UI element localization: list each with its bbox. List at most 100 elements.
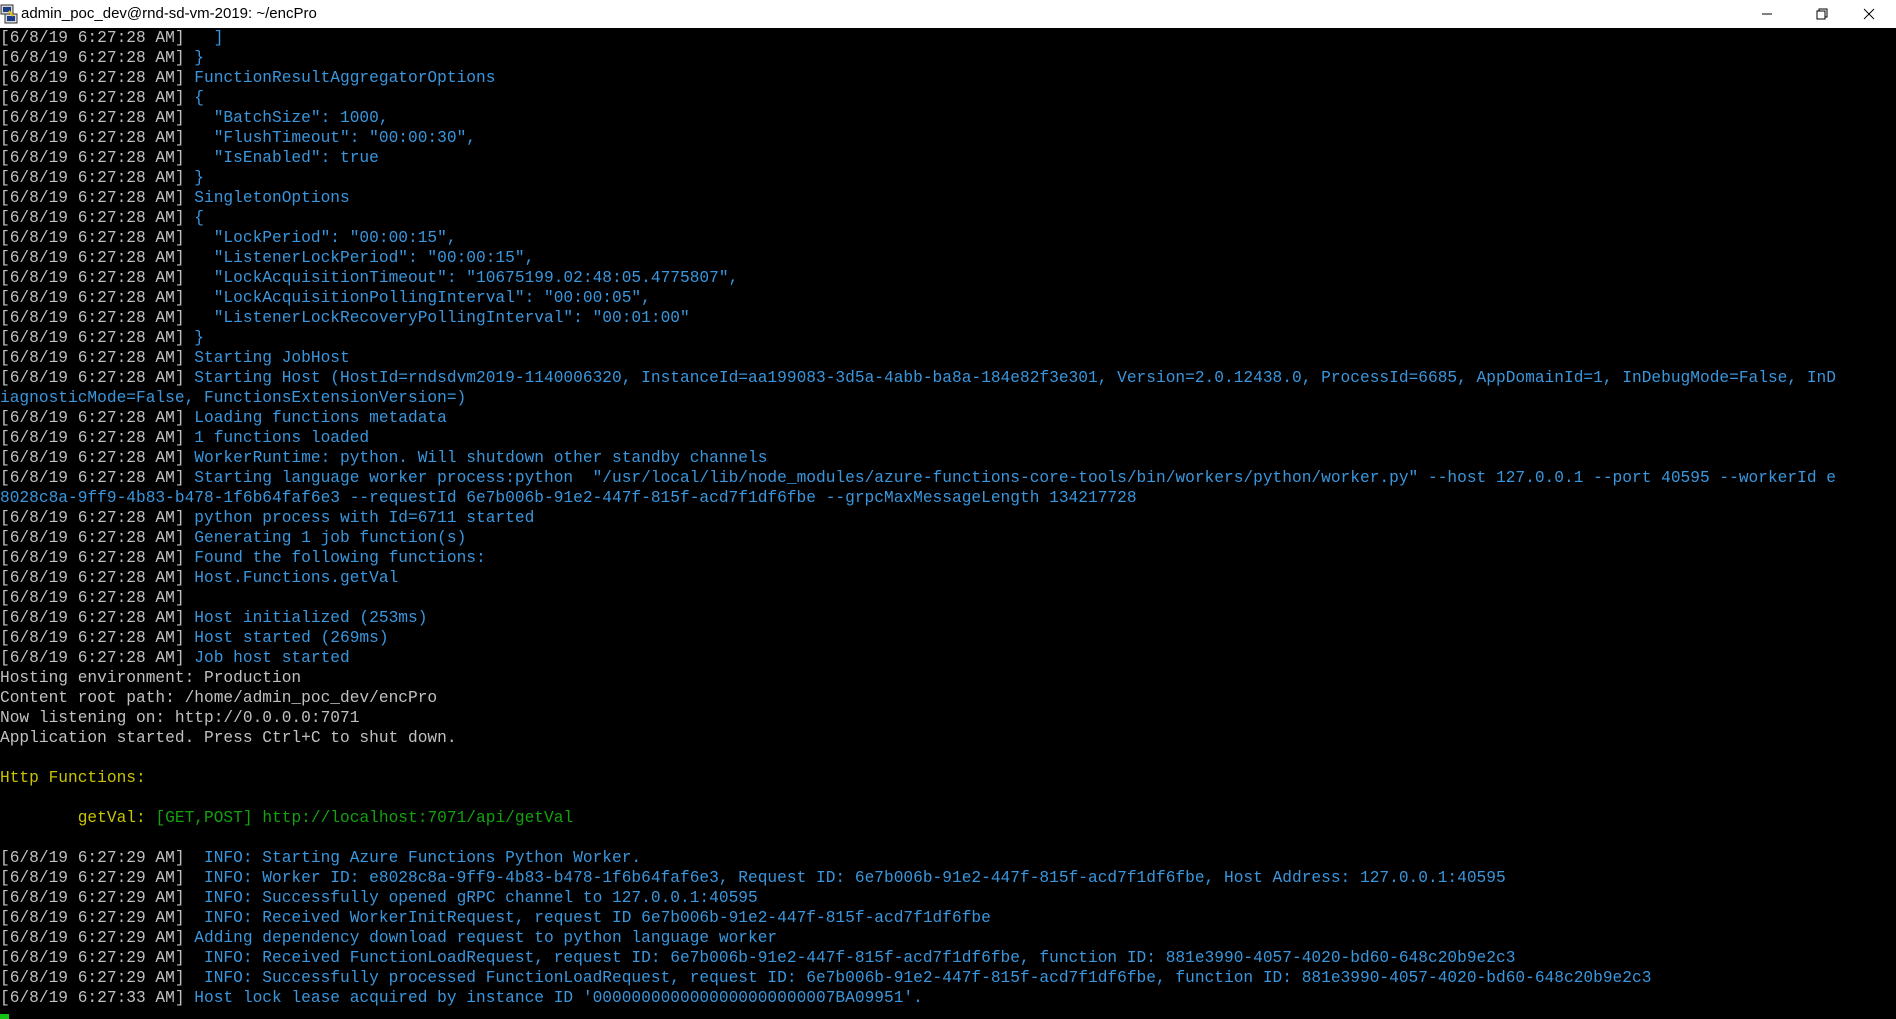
log-message: } [184,329,205,347]
log-timestamp: [6/8/19 6:27:28 AM] [0,229,185,247]
log-line: [6/8/19 6:27:28 AM] } [0,168,1896,188]
log-message: "LockPeriod": "00:00:15", [184,229,457,247]
log-line: [6/8/19 6:27:28 AM] ] [0,28,1896,48]
log-message: iagnosticMode=False, FunctionsExtensionV… [0,389,467,407]
log-message: { [184,89,205,107]
terminal-cursor [0,1014,9,1019]
hosting-block: Hosting environment: Production Content … [0,668,1896,748]
log-message: Starting language worker process:python … [184,469,1836,487]
log-message: } [184,169,205,187]
minimize-button[interactable] [1744,0,1790,28]
log-timestamp: [6/8/19 6:27:28 AM] [0,629,185,647]
log-message: "ListenerLockRecoveryPollingInterval": "… [184,309,690,327]
log-timestamp: [6/8/19 6:27:29 AM] [0,869,185,887]
log-message: ] [184,29,224,47]
log-timestamp: [6/8/19 6:27:28 AM] [0,469,185,487]
function-methods: [GET,POST] [155,809,253,827]
restore-button[interactable] [1799,0,1845,28]
log-message: { [184,209,205,227]
log-timestamp: [6/8/19 6:27:28 AM] [0,429,185,447]
log-timestamp: [6/8/19 6:27:28 AM] [0,449,185,467]
window-title: admin_poc_dev@rnd-sd-vm-2019: ~/encPro [21,5,317,22]
log-line: [6/8/19 6:27:28 AM] "BatchSize": 1000, [0,108,1896,128]
log-timestamp: [6/8/19 6:27:28 AM] [0,209,185,227]
log-message: } [184,49,205,67]
log-line: [6/8/19 6:27:28 AM] } [0,48,1896,68]
log-timestamp: [6/8/19 6:27:28 AM] [0,129,185,147]
minimize-icon [1762,13,1772,15]
scrollbar[interactable] [1892,28,1896,1019]
log-line: [6/8/19 6:27:28 AM] Starting Host (HostI… [0,368,1896,388]
window-titlebar[interactable]: admin_poc_dev@rnd-sd-vm-2019: ~/encPro [0,0,1896,28]
log-message: Host lock lease acquired by instance ID … [184,989,923,1007]
log-line: iagnosticMode=False, FunctionsExtensionV… [0,388,1896,408]
log-message: "IsEnabled": true [184,149,379,167]
log-line: [6/8/19 6:27:33 AM] Host lock lease acqu… [0,988,1896,1008]
log-timestamp: [6/8/19 6:27:28 AM] [0,409,185,427]
log-message: WorkerRuntime: python. Will shutdown oth… [184,449,768,467]
log-message: "BatchSize": 1000, [184,109,389,127]
log-line: [6/8/19 6:27:28 AM] "LockPeriod": "00:00… [0,228,1896,248]
log-message: 8028c8a-9ff9-4b83-b478-1f6b64faf6e3 --re… [0,489,1137,507]
log-timestamp: [6/8/19 6:27:28 AM] [0,529,185,547]
hosting-line: Content root path: /home/admin_poc_dev/e… [0,689,438,707]
log-line: [6/8/19 6:27:29 AM] INFO: Received Funct… [0,948,1896,968]
close-icon [1863,8,1875,20]
log-line: [6/8/19 6:27:28 AM] { [0,208,1896,228]
log-line: [6/8/19 6:27:29 AM] INFO: Received Worke… [0,908,1896,928]
log-line: [6/8/19 6:27:28 AM] Starting language wo… [0,468,1896,488]
log-timestamp: [6/8/19 6:27:28 AM] [0,649,185,667]
log-line: 8028c8a-9ff9-4b83-b478-1f6b64faf6e3 --re… [0,488,1896,508]
log-timestamp: [6/8/19 6:27:28 AM] [0,249,185,267]
hosting-line: Now listening on: http://0.0.0.0:7071 [0,709,360,727]
log-timestamp: [6/8/19 6:27:29 AM] [0,849,185,867]
hosting-line: Application started. Press Ctrl+C to shu… [0,729,457,747]
log-line: [6/8/19 6:27:28 AM] "LockAcquisitionTime… [0,268,1896,288]
log-line: [6/8/19 6:27:28 AM] Generating 1 job fun… [0,528,1896,548]
close-button[interactable] [1846,0,1892,28]
log-timestamp: [6/8/19 6:27:28 AM] [0,49,185,67]
log-message: INFO: Received FunctionLoadRequest, requ… [184,949,1516,967]
log-line: [6/8/19 6:27:28 AM] Loading functions me… [0,408,1896,428]
log-timestamp: [6/8/19 6:27:28 AM] [0,509,185,527]
log-line: [6/8/19 6:27:28 AM] 1 functions loaded [0,428,1896,448]
log-timestamp: [6/8/19 6:27:28 AM] [0,89,185,107]
log-line: [6/8/19 6:27:28 AM] WorkerRuntime: pytho… [0,448,1896,468]
worker-log-block: [6/8/19 6:27:29 AM] INFO: Starting Azure… [0,848,1896,1008]
log-message: Generating 1 job function(s) [184,529,467,547]
log-line: [6/8/19 6:27:28 AM] Starting JobHost [0,348,1896,368]
function-url[interactable]: http://localhost:7071/api/getVal [262,809,573,827]
log-timestamp: [6/8/19 6:27:29 AM] [0,909,185,927]
log-timestamp: [6/8/19 6:27:28 AM] [0,369,185,387]
log-timestamp: [6/8/19 6:27:28 AM] [0,549,185,567]
log-timestamp: [6/8/19 6:27:28 AM] [0,269,185,287]
log-timestamp: [6/8/19 6:27:28 AM] [0,589,185,607]
terminal-output[interactable]: [6/8/19 6:27:28 AM] ] [6/8/19 6:27:28 AM]… [0,28,1896,1019]
log-message: INFO: Starting Azure Functions Python Wo… [184,849,642,867]
log-message: Host started (269ms) [184,629,389,647]
log-timestamp: [6/8/19 6:27:28 AM] [0,609,185,627]
http-function-entry: getVal: [GET,POST] http://localhost:7071… [0,808,1896,828]
log-message: INFO: Successfully opened gRPC channel t… [184,889,758,907]
log-message: "LockAcquisitionTimeout": "10675199.02:4… [184,269,739,287]
log-timestamp: [6/8/19 6:27:28 AM] [0,569,185,587]
log-timestamp: [6/8/19 6:27:28 AM] [0,109,185,127]
log-line: [6/8/19 6:27:28 AM] Found the following … [0,548,1896,568]
log-message: "FlushTimeout": "00:00:30", [184,129,477,147]
log-timestamp: [6/8/19 6:27:33 AM] [0,989,185,1007]
log-message: INFO: Successfully processed FunctionLoa… [184,969,1652,987]
log-message: Found the following functions: [184,549,486,567]
log-timestamp: [6/8/19 6:27:28 AM] [0,149,185,167]
log-line: [6/8/19 6:27:28 AM] SingletonOptions [0,188,1896,208]
log-message: SingletonOptions [184,189,350,207]
log-message: Loading functions metadata [184,409,447,427]
log-timestamp: [6/8/19 6:27:28 AM] [0,69,185,87]
log-line: [6/8/19 6:27:28 AM] { [0,88,1896,108]
log-block: [6/8/19 6:27:28 AM] ] [6/8/19 6:27:28 AM]… [0,28,1896,668]
hosting-line: Hosting environment: Production [0,669,302,687]
log-timestamp: [6/8/19 6:27:29 AM] [0,949,185,967]
log-line: [6/8/19 6:27:28 AM] Host.Functions.getVa… [0,568,1896,588]
